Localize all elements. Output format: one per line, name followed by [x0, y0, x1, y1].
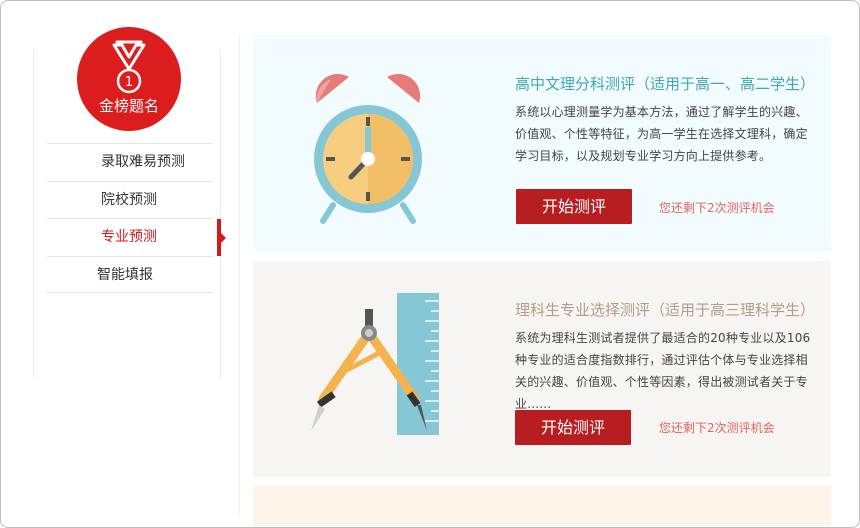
sidebar-item-smart-fill[interactable]: 智能填报	[47, 255, 213, 293]
sidebar-item-admission-difficulty[interactable]: 录取难易预测	[47, 143, 213, 181]
start-assessment-button[interactable]: 开始测评	[515, 410, 631, 445]
sidebar-menu: 录取难易预测 院校预测 专业预测 智能填报	[47, 143, 226, 293]
sidebar-item-label: 院校预测	[101, 191, 157, 208]
assessment-card-arts-science: 高中文理分科测评（适用于高一、高二学生） 系统以心理测量学为基本方法，通过了解学…	[253, 35, 831, 251]
card-title: 理科生专业选择测评（适用于高三理科学生）	[515, 301, 816, 319]
column-divider	[239, 35, 240, 515]
medal-number: 1	[125, 75, 133, 90]
card-title: 高中文理分科测评（适用于高一、高二学生）	[515, 75, 816, 93]
card-description: 系统为理科生测试者提供了最适合的20种专业以及106种专业的适合度指数排行，通过…	[515, 331, 811, 411]
remaining-attempts: 您还剩下2次测评机会	[659, 201, 775, 215]
active-indicator	[217, 219, 226, 256]
sidebar-item-label: 智能填报	[97, 266, 153, 283]
alarm-clock-icon	[314, 73, 422, 224]
sidebar-item-major-prediction[interactable]: 专业预测	[47, 218, 226, 256]
badge-label: 金榜题名	[98, 97, 159, 115]
card-description: 系统以心理测量学为基本方法，通过了解学生的兴趣、价值观、个性等特征，为高一学生在…	[515, 105, 808, 163]
start-assessment-button[interactable]: 开始测评	[516, 189, 632, 224]
medal-icon: 1	[112, 40, 146, 94]
sidebar-item-label: 录取难易预测	[101, 154, 185, 170]
assessment-card-partial	[253, 486, 831, 526]
gold-list-badge: 1 金榜题名	[77, 27, 181, 131]
remaining-attempts: 您还剩下2次测评机会	[659, 421, 775, 435]
assessment-card-science-major: 理科生专业选择测评（适用于高三理科学生） 系统为理科生测试者提供了最适合的20种…	[253, 261, 831, 477]
sidebar-item-college-prediction[interactable]: 院校预测	[47, 180, 213, 219]
compass-ruler-icon	[311, 293, 439, 435]
sidebar-item-label: 专业预测	[101, 229, 157, 245]
window-frame: 1 金榜题名 录取难易预测 院校预测 专业预测 智能填报 高中文理分科测评（适用…	[0, 0, 860, 528]
